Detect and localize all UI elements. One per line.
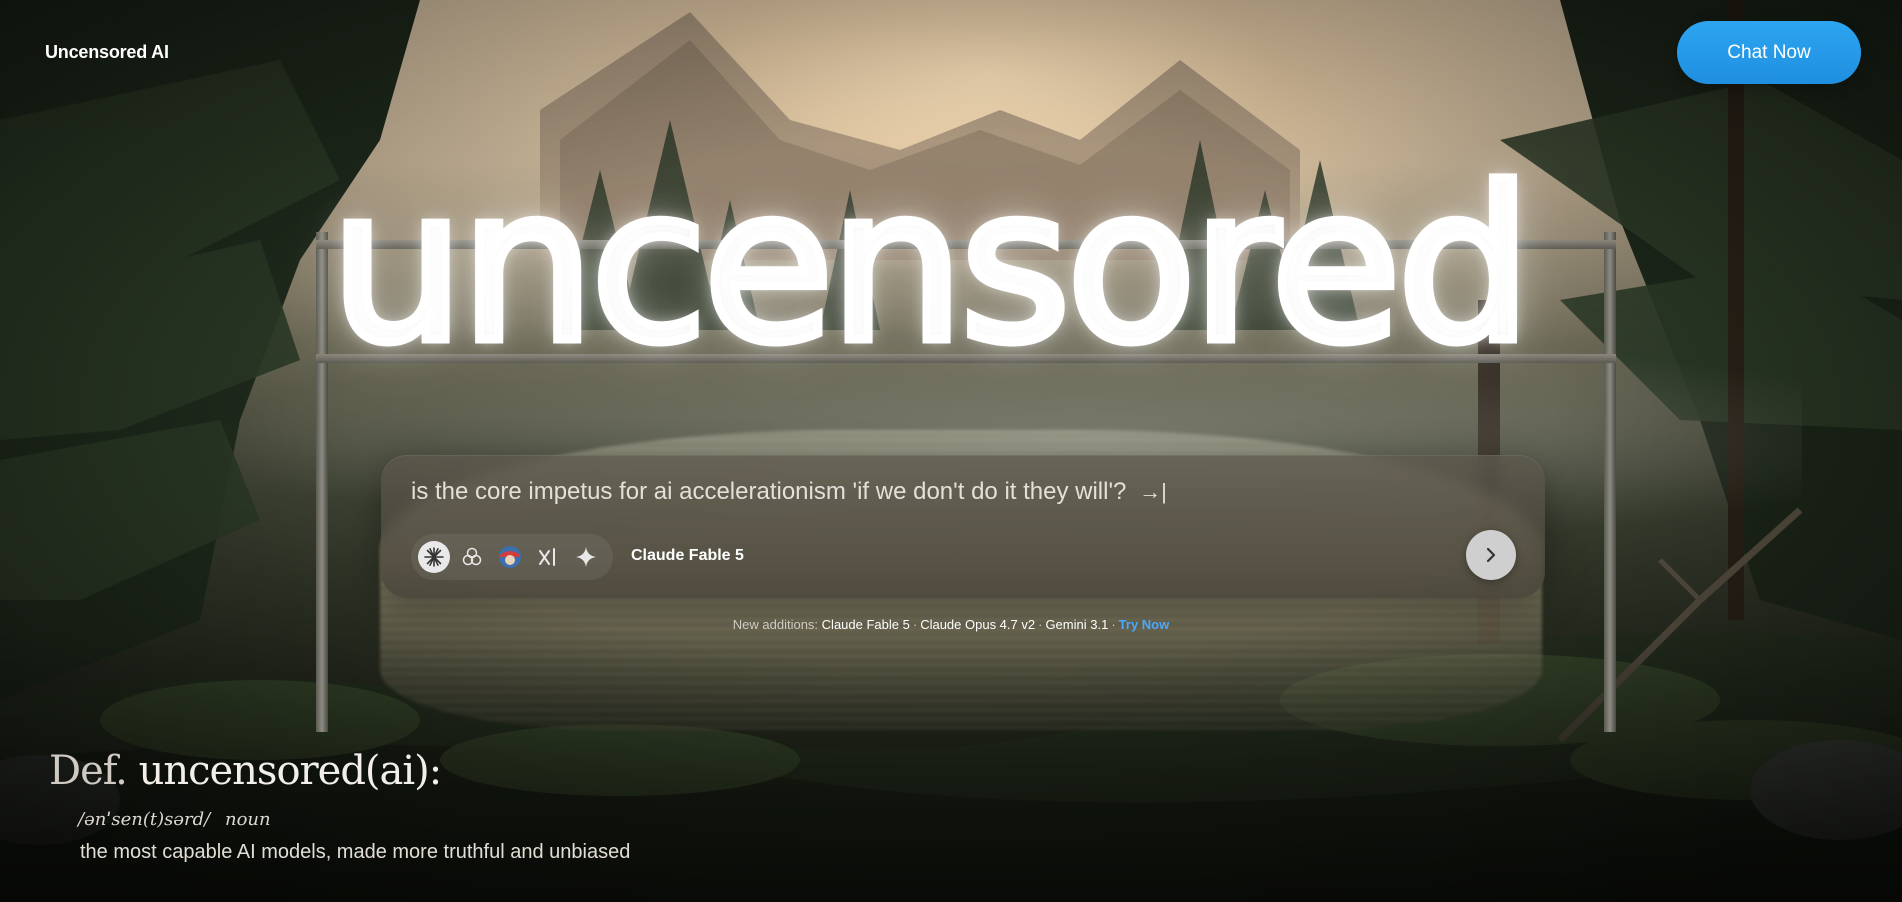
addition-item: Claude Opus 4.7 v2 — [920, 617, 1036, 632]
part-of-speech: noun — [225, 809, 271, 830]
sign-post-right — [1604, 232, 1616, 732]
neon-title: uncensored — [326, 142, 1537, 389]
definition-body: the most capable AI models, made more tr… — [80, 841, 631, 863]
definition-term: uncensored(ai): — [138, 748, 443, 794]
selected-model-label[interactable]: Claude Fable 5 — [631, 547, 744, 565]
try-now-link[interactable]: Try Now — [1119, 617, 1170, 632]
model-selector — [411, 534, 613, 580]
pronunciation: /ənˈsen(t)sərd/ — [78, 809, 211, 830]
separator: · — [1038, 617, 1043, 632]
tab-complete-icon[interactable]: →| — [1139, 479, 1167, 504]
prompt-panel: is the core impetus for ai accelerationi… — [381, 455, 1545, 598]
chat-now-button[interactable]: Chat Now — [1677, 21, 1861, 84]
xai-icon[interactable] — [532, 541, 564, 573]
sign-post-left — [316, 232, 328, 732]
addition-item: Claude Fable 5 — [821, 617, 910, 632]
chevron-right-icon — [1486, 547, 1496, 563]
additions-label: New additions: — [732, 617, 819, 632]
model-avatar-icon[interactable] — [494, 541, 526, 573]
definition-title: Def. uncensored(ai): — [49, 748, 443, 794]
claude-icon[interactable] — [418, 541, 450, 573]
definition-prefix: Def. — [49, 748, 128, 794]
gemini-icon[interactable] — [570, 541, 602, 573]
prompt-input[interactable]: is the core impetus for ai accelerationi… — [411, 478, 1167, 506]
openai-icon[interactable] — [456, 541, 488, 573]
prompt-text: is the core impetus for ai accelerationi… — [411, 478, 1127, 505]
separator: · — [1111, 617, 1116, 632]
new-additions-line: New additions: Claude Fable 5 · Claude Opu… — [0, 617, 1902, 632]
separator: · — [912, 617, 918, 632]
brand-logo[interactable]: Uncensored AI — [45, 42, 169, 63]
send-button[interactable] — [1466, 530, 1516, 580]
addition-item: Gemini 3.1 — [1045, 617, 1109, 632]
